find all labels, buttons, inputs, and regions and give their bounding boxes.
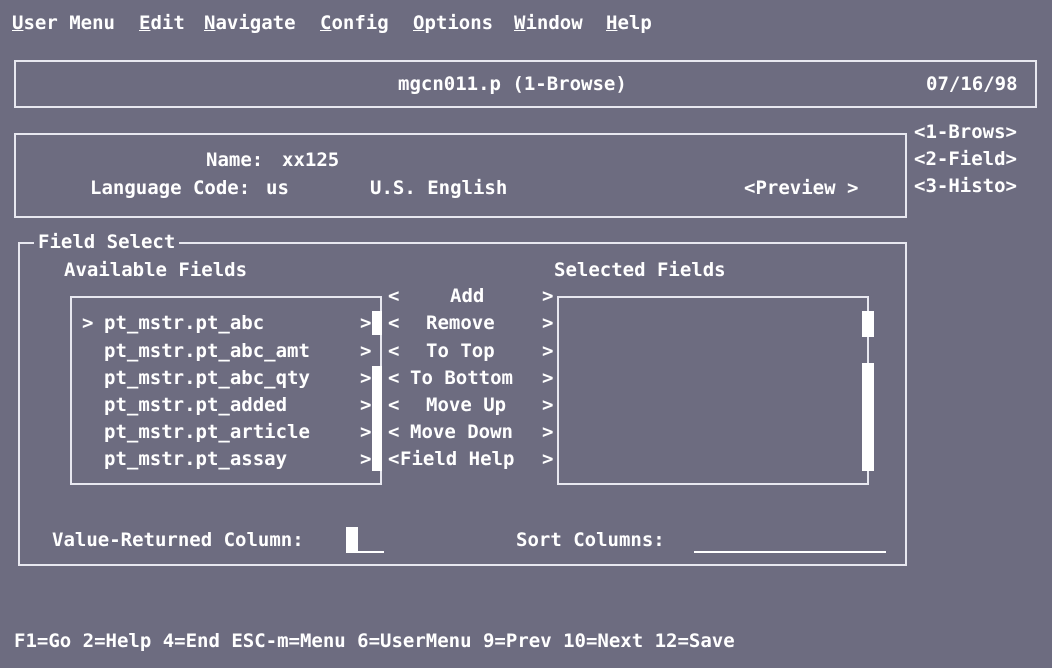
field-name: pt_mstr.pt_abc	[104, 312, 265, 334]
name-label: Name:	[206, 149, 264, 171]
tab-browse[interactable]: <1-Brows>	[914, 120, 1017, 144]
header-date: 07/16/98	[926, 73, 1018, 95]
left-bracket-icon: <	[388, 340, 400, 362]
available-scrollbar-thumb[interactable]	[372, 366, 382, 471]
sort-columns-label: Sort Columns:	[516, 529, 665, 551]
field-name: pt_mstr.pt_article	[104, 421, 310, 443]
left-bracket-icon: <	[388, 448, 400, 470]
right-arrow-icon: >	[360, 421, 372, 443]
button-label: Move Up	[426, 394, 507, 416]
button-label: Add	[450, 285, 485, 307]
selected-fields-list[interactable]	[557, 296, 869, 485]
right-arrow-icon: >	[360, 448, 372, 470]
field-name: pt_mstr.pt_added	[104, 394, 288, 416]
right-bracket-icon: >	[542, 285, 554, 307]
language-description: U.S. English	[370, 177, 508, 199]
selected-scrollbar-thumb[interactable]	[862, 311, 874, 337]
button-label: Remove	[426, 312, 495, 334]
language-code-value[interactable]: us	[266, 176, 289, 200]
right-bracket-icon: >	[542, 448, 554, 470]
right-arrow-icon: >	[360, 312, 372, 334]
field-name: pt_mstr.pt_assay	[104, 448, 288, 470]
right-bracket-icon: >	[542, 394, 554, 416]
button-label: Field Help	[400, 448, 515, 470]
function-key-bar: F1=Go 2=Help 4=End ESC-m=Menu 6=UserMenu…	[14, 630, 735, 652]
row-marker: >	[82, 312, 94, 334]
button-label: Move Down	[410, 421, 513, 443]
preview-button[interactable]: <Preview >	[744, 176, 858, 200]
right-arrow-icon: >	[360, 394, 372, 416]
menu-navigate[interactable]: Navigate	[204, 11, 296, 35]
left-bracket-icon: <	[388, 421, 400, 443]
menu-options[interactable]: Options	[413, 11, 493, 35]
right-arrow-icon: >	[360, 340, 372, 362]
menu-user-menu[interactable]: User Menu	[12, 11, 115, 35]
menu-config[interactable]: Config	[320, 11, 389, 35]
left-bracket-icon: <	[388, 312, 400, 334]
right-bracket-icon: >	[542, 340, 554, 362]
selected-scrollbar-thumb[interactable]	[862, 363, 874, 471]
field-name: pt_mstr.pt_abc_amt	[104, 340, 310, 362]
menu-bar: User Menu Edit Navigate Config Options W…	[0, 0, 1052, 46]
menu-edit[interactable]: Edit	[139, 11, 185, 35]
selected-fields-title: Selected Fields	[554, 259, 726, 281]
right-bracket-icon: >	[542, 367, 554, 389]
button-label: To Top	[426, 340, 495, 362]
value-returned-column-input[interactable]	[346, 529, 384, 553]
left-bracket-icon: <	[388, 367, 400, 389]
right-arrow-icon: >	[360, 367, 372, 389]
button-label: To Bottom	[410, 367, 513, 389]
menu-window[interactable]: Window	[514, 11, 583, 35]
available-fields-title: Available Fields	[64, 259, 248, 281]
name-value: xx125	[282, 149, 340, 171]
menu-help[interactable]: Help	[606, 11, 652, 35]
program-title: mgcn011.p (1-Browse)	[398, 73, 627, 95]
language-code-label: Language Code:	[90, 177, 251, 199]
field-select-title: Field Select	[34, 230, 180, 254]
tab-history[interactable]: <3-Histo>	[914, 174, 1017, 198]
tab-field[interactable]: <2-Field>	[914, 147, 1017, 171]
value-returned-column-label: Value-Returned Column:	[52, 529, 304, 551]
right-bracket-icon: >	[542, 421, 554, 443]
sort-columns-input[interactable]	[694, 529, 886, 553]
available-scrollbar-thumb[interactable]	[372, 311, 382, 335]
left-bracket-icon: <	[388, 394, 400, 416]
left-bracket-icon: <	[388, 285, 400, 307]
field-name: pt_mstr.pt_abc_qty	[104, 367, 310, 389]
right-bracket-icon: >	[542, 312, 554, 334]
